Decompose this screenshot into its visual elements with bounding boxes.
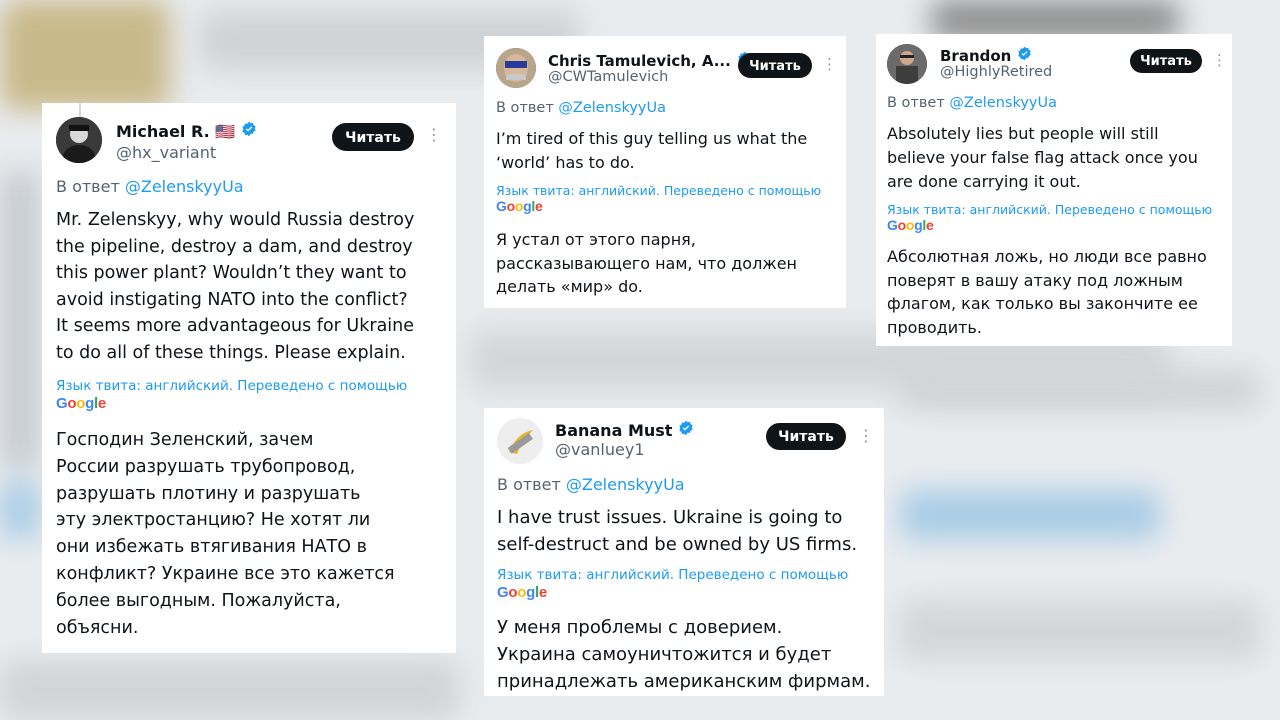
- reply-prefix: В ответ: [496, 100, 554, 116]
- tweet-text-en: Absolutely lies but people will still be…: [887, 124, 1198, 191]
- tweet-card-michael: Michael R. 🇺🇸 @hx_variant Читать ⋮ В отв…: [42, 103, 456, 653]
- translation-note[interactable]: Язык твита: английский. Переведено с пом…: [497, 567, 848, 583]
- reply-context: В ответ @ZelenskyyUa: [497, 475, 685, 494]
- tweet-text-en: I’m tired of this guy telling us what th…: [496, 129, 808, 172]
- follow-button[interactable]: Читать: [332, 123, 414, 151]
- reply-mention-link[interactable]: @ZelenskyyUa: [558, 100, 666, 116]
- tweet-card-brandon: Brandon @HighlyRetired Читать ⋮ В ответ …: [876, 34, 1232, 346]
- more-options-icon[interactable]: ⋮: [822, 55, 837, 73]
- author-name[interactable]: Michael R. 🇺🇸: [116, 122, 235, 141]
- tweet-text-ru: Господин Зеленский, зачем России разруша…: [56, 430, 395, 638]
- reply-prefix: В ответ: [887, 95, 945, 111]
- verified-badge-icon: [678, 420, 694, 440]
- tweet-text-en: I have trust issues. Ukraine is going to…: [497, 507, 858, 555]
- more-options-icon[interactable]: ⋮: [1212, 51, 1227, 69]
- tweet-text-en: Mr. Zelenskyy, why would Russia destroy …: [56, 210, 415, 363]
- follow-button[interactable]: Читать: [1130, 49, 1202, 73]
- author-handle: @vanluey1: [555, 440, 645, 459]
- author-name-row: Michael R. 🇺🇸: [116, 121, 257, 141]
- author-name-row: Brandon: [940, 46, 1032, 65]
- google-logo: Google: [887, 217, 934, 233]
- reply-prefix: В ответ: [56, 177, 120, 196]
- follow-button[interactable]: Читать: [738, 53, 812, 78]
- more-options-icon[interactable]: ⋮: [858, 426, 874, 445]
- author-name-row: Chris Tamulevich, A...: [548, 51, 752, 70]
- tweet-text-ru: Абсолютная ложь, но люди все равно повер…: [887, 247, 1207, 337]
- reply-mention-link[interactable]: @ZelenskyyUa: [125, 177, 244, 196]
- translation-note[interactable]: Язык твита: английский. Переведено с пом…: [887, 202, 1212, 217]
- author-handle: @HighlyRetired: [940, 64, 1053, 80]
- more-options-icon[interactable]: ⋮: [426, 125, 442, 144]
- google-logo: Google: [56, 395, 106, 412]
- reply-mention-link[interactable]: @ZelenskyyUa: [949, 95, 1057, 111]
- translation-note[interactable]: Язык твита: английский. Переведено с пом…: [56, 378, 407, 394]
- reply-mention-link[interactable]: @ZelenskyyUa: [566, 475, 685, 494]
- author-name[interactable]: Brandon: [940, 47, 1011, 65]
- verified-badge-icon: [1017, 46, 1032, 65]
- follow-button[interactable]: Читать: [766, 423, 846, 450]
- tweet-card-banana: Banana Must @vanluey1 Читать ⋮ В ответ @…: [484, 408, 884, 696]
- reply-context: В ответ @ZelenskyyUa: [887, 95, 1057, 111]
- avatar[interactable]: [887, 44, 927, 84]
- google-logo: Google: [496, 198, 543, 214]
- tweet-text-ru: У меня проблемы с доверием. Украина само…: [497, 617, 871, 692]
- author-name[interactable]: Banana Must: [555, 421, 672, 440]
- author-name-row: Banana Must: [555, 420, 694, 440]
- avatar[interactable]: [56, 117, 102, 163]
- thread-line: [79, 103, 81, 117]
- tweet-text-ru: Я устал от этого парня, рассказывающего …: [496, 230, 798, 296]
- author-handle: @hx_variant: [116, 143, 217, 162]
- avatar[interactable]: [497, 418, 543, 464]
- verified-badge-icon: [241, 121, 257, 141]
- author-name[interactable]: Chris Tamulevich, A...: [548, 52, 731, 70]
- google-logo: Google: [497, 584, 547, 601]
- tweet-card-chris: Chris Tamulevich, A... @CWTamulevich Чит…: [484, 36, 846, 308]
- reply-prefix: В ответ: [497, 475, 561, 494]
- reply-context: В ответ @ZelenskyyUa: [496, 100, 666, 116]
- author-handle: @CWTamulevich: [548, 69, 669, 85]
- reply-context: В ответ @ZelenskyyUa: [56, 177, 244, 196]
- translation-note[interactable]: Язык твита: английский. Переведено с пом…: [496, 183, 821, 198]
- avatar[interactable]: [496, 48, 536, 88]
